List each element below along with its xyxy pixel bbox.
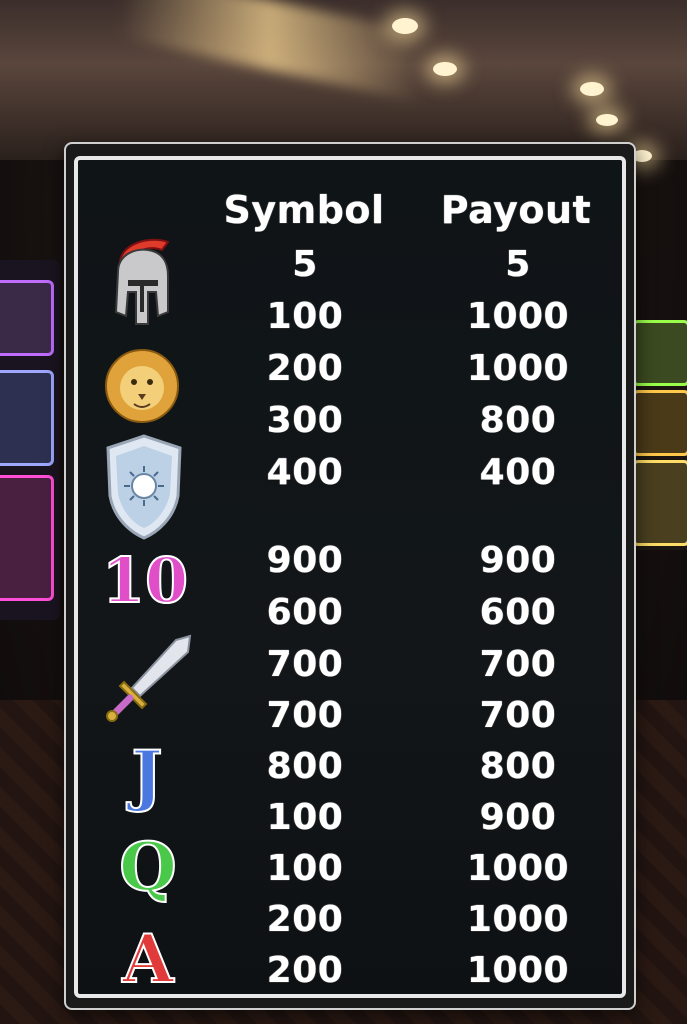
queen-icon: Q — [118, 827, 178, 907]
ceiling-light — [580, 82, 604, 96]
ten-icon: 10 — [101, 543, 189, 618]
slot-machine-left — [0, 260, 60, 620]
symbol-value: 900 — [266, 540, 344, 581]
payout-value: 900 — [479, 797, 557, 838]
ceiling-light — [433, 62, 457, 76]
symbol-value: 200 — [266, 899, 344, 940]
machine-screen — [0, 475, 54, 601]
payout-value: 700 — [479, 695, 557, 736]
symbol-value: 400 — [266, 452, 344, 493]
symbol-value: 100 — [266, 848, 344, 889]
sword-icon — [106, 634, 192, 722]
payout-count: 5 — [505, 244, 531, 285]
payout-value: 1000 — [466, 348, 570, 389]
payout-value: 400 — [479, 452, 557, 493]
slot-machine-right — [628, 320, 687, 550]
payout-value: 700 — [479, 644, 557, 685]
payout-value: 600 — [479, 592, 557, 633]
shield-icon — [106, 434, 182, 540]
machine-screen — [632, 460, 687, 546]
payout-value: 800 — [479, 746, 557, 787]
payout-value: 800 — [479, 400, 557, 441]
symbol-value: 700 — [266, 644, 344, 685]
payout-header: Payout — [440, 188, 592, 232]
ceiling-light — [392, 18, 418, 34]
machine-screen — [632, 320, 687, 386]
symbol-value: 800 — [266, 746, 344, 787]
payout-value: 1000 — [466, 296, 570, 337]
symbol-value: 600 — [266, 592, 344, 633]
symbol-header: Symbol — [223, 188, 385, 232]
helmet-icon — [114, 238, 170, 325]
payout-value: 1000 — [466, 899, 570, 940]
symbol-value: 300 — [266, 400, 344, 441]
symbol-value: 200 — [266, 950, 344, 991]
symbol-count: 5 — [292, 244, 318, 285]
paytable-sign: Symbol Payout 5 5 100 1000 200 1000 300 … — [64, 142, 636, 1010]
payout-value: 1000 — [466, 848, 570, 889]
symbol-value: 700 — [266, 695, 344, 736]
symbol-value: 200 — [266, 348, 344, 389]
machine-screen — [0, 280, 54, 356]
machine-screen — [632, 390, 687, 456]
payout-value: 1000 — [466, 950, 570, 991]
ace-icon: A — [121, 919, 174, 999]
payout-value: 900 — [479, 540, 557, 581]
jack-icon: J — [130, 735, 163, 815]
ceiling-light — [596, 114, 618, 126]
lion-icon — [105, 349, 179, 423]
machine-screen — [0, 370, 54, 466]
paytable-panel: Symbol Payout 5 5 100 1000 200 1000 300 … — [74, 156, 626, 999]
symbol-value: 100 — [266, 296, 344, 337]
symbol-value: 100 — [266, 797, 344, 838]
